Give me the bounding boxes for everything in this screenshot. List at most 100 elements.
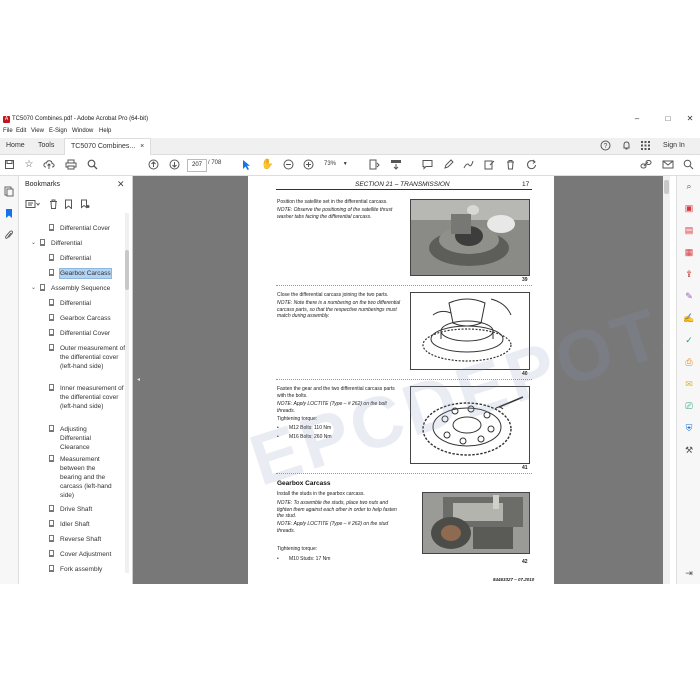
combine-files-icon[interactable]: ▤ — [683, 225, 695, 236]
edit-pdf-tool-icon[interactable]: ✎ — [683, 291, 695, 302]
search-icon[interactable] — [86, 159, 98, 174]
rotate-icon[interactable] — [525, 159, 537, 174]
bookmarks-toolbar — [25, 199, 90, 211]
attachments-paperclip-icon[interactable] — [3, 230, 15, 243]
torque-value: M10 Studs: 17 Nm — [289, 556, 331, 562]
page-fit-icon[interactable] — [368, 159, 380, 174]
bookmark-icon — [49, 299, 54, 306]
find-user-icon[interactable] — [682, 159, 694, 174]
previous-page-icon[interactable] — [147, 159, 159, 174]
print-icon[interactable] — [65, 159, 77, 174]
menu-window[interactable]: Window — [72, 128, 93, 134]
help-icon[interactable]: ? — [600, 140, 611, 153]
new-bookmark-icon[interactable] — [64, 199, 75, 211]
scan-ocr-icon[interactable]: ⎙ — [683, 357, 695, 368]
menu-file[interactable]: File — [3, 128, 13, 134]
bookmark-settings-icon[interactable] — [80, 199, 90, 211]
tab-home[interactable]: Home — [6, 138, 25, 154]
menu-esign[interactable]: E-Sign — [49, 128, 67, 134]
sign-in-link[interactable]: Sign In — [663, 138, 685, 154]
next-page-icon[interactable] — [168, 159, 180, 174]
page-thumbnails-icon[interactable] — [3, 186, 15, 199]
menu-help[interactable]: Help — [99, 128, 111, 134]
tab-document-label: TC5070 Combines... — [71, 143, 136, 150]
note-text: NOTE: To assemble the studs, place two n… — [277, 500, 397, 519]
draw-icon[interactable] — [462, 159, 474, 174]
scroll-mode-icon[interactable] — [390, 159, 402, 174]
edit-pdf-icon[interactable] — [483, 159, 495, 174]
share-link-icon[interactable] — [640, 159, 652, 174]
bookmark-options-icon[interactable] — [25, 200, 43, 211]
bookmark-icon — [49, 314, 54, 321]
collapse-panel-arrow-icon[interactable]: ◂ — [137, 376, 140, 383]
comment-icon[interactable] — [421, 159, 433, 174]
select-cursor-icon[interactable] — [240, 159, 252, 175]
bookmarks-panel: Bookmarks ✕ Differential Cover ⌄ Differe… — [19, 176, 133, 584]
bookmark-icon — [49, 425, 54, 432]
export-pdf-icon[interactable]: ⇪ — [683, 269, 695, 280]
bookmarks-scroll-thumb[interactable] — [125, 250, 129, 290]
maximize-button[interactable]: □ — [659, 114, 677, 123]
apps-grid-icon[interactable] — [640, 140, 651, 153]
highlight-pen-icon[interactable] — [442, 159, 454, 174]
document-viewport[interactable]: ◂ SECTION 21 – TRANSMISSION 17 Position … — [133, 176, 670, 584]
zoom-in-icon[interactable] — [302, 159, 314, 174]
bookmark-icon — [49, 344, 54, 351]
document-scroll-thumb[interactable] — [664, 180, 669, 194]
bookmark-icon — [49, 550, 54, 557]
left-icon-rail — [0, 176, 19, 584]
delete-bookmark-icon[interactable] — [49, 199, 60, 211]
protect-shield-icon[interactable]: ⛨ — [683, 423, 695, 434]
collapse-tools-icon[interactable]: ⇥ — [683, 568, 695, 579]
page-number: 17 — [522, 181, 530, 188]
fill-sign-icon[interactable]: ✓ — [683, 335, 695, 346]
window-title: TC5070 Combines.pdf - Adobe Acrobat Pro … — [12, 116, 149, 122]
mail-icon[interactable] — [662, 159, 674, 174]
bookmark-icon — [49, 254, 54, 261]
figure-39-photo — [410, 199, 530, 276]
page-section-header: SECTION 21 – TRANSMISSION — [355, 181, 450, 188]
chevron-down-icon[interactable]: ⌄ — [31, 284, 36, 293]
minimize-button[interactable]: – — [628, 114, 646, 123]
close-window-button[interactable]: ✕ — [681, 114, 699, 123]
notifications-bell-icon[interactable] — [621, 140, 632, 153]
bookmark-icon — [49, 384, 54, 391]
svg-text:?: ? — [604, 143, 608, 150]
figure-42-photo — [422, 492, 530, 554]
bookmark-icon — [49, 329, 54, 336]
chevron-down-icon[interactable]: ⌄ — [31, 239, 36, 248]
zoom-level-select[interactable]: 73% ▼ — [324, 159, 358, 170]
hand-tool-icon[interactable]: ✋ — [261, 159, 273, 171]
zoom-out-icon[interactable] — [282, 159, 294, 174]
menu-view[interactable]: View — [31, 128, 44, 134]
bookmarks-close-icon[interactable]: ✕ — [117, 179, 125, 190]
bookmarks-panel-icon[interactable] — [3, 208, 15, 221]
more-tools-icon[interactable]: ⚒ — [683, 445, 695, 456]
menu-edit[interactable]: Edit — [16, 128, 26, 134]
request-signature-icon[interactable]: ✍ — [683, 313, 695, 324]
comment-tool-icon[interactable]: ✉ — [683, 379, 695, 390]
header-rule — [276, 189, 532, 190]
document-scrollbar[interactable] — [663, 176, 670, 584]
bookmark-icon — [49, 520, 54, 527]
bookmark-icon — [49, 535, 54, 542]
page-number-input[interactable]: 207 — [187, 159, 207, 172]
organize-pages-icon[interactable]: ▦ — [683, 247, 695, 258]
bookmark-star-icon[interactable]: ☆ — [23, 159, 35, 171]
tab-tools[interactable]: Tools — [38, 138, 54, 154]
create-pdf-icon[interactable]: ▣ — [683, 203, 695, 214]
upload-cloud-icon[interactable] — [43, 159, 55, 174]
bookmark-icon — [49, 455, 54, 462]
title-bar: A TC5070 Combines.pdf - Adobe Acrobat Pr… — [0, 113, 700, 126]
save-icon[interactable] — [3, 159, 15, 174]
tab-close-icon[interactable]: × — [140, 143, 144, 150]
pdf-page: SECTION 21 – TRANSMISSION 17 Position th… — [241, 176, 670, 584]
tab-document[interactable]: TC5070 Combines... × — [64, 138, 152, 155]
zoom-search-icon[interactable]: ⌕ — [683, 181, 695, 192]
print-production-icon[interactable]: ⎚ — [683, 401, 695, 412]
bookmark-icon — [40, 239, 45, 246]
instruction-text: Position the satellite set in the differ… — [277, 199, 388, 205]
delete-icon[interactable] — [504, 159, 516, 174]
page-footer: 84463327 – 07.2010 — [493, 577, 535, 582]
tab-bar: Home Tools TC5070 Combines... × ? Sign I… — [0, 138, 700, 155]
